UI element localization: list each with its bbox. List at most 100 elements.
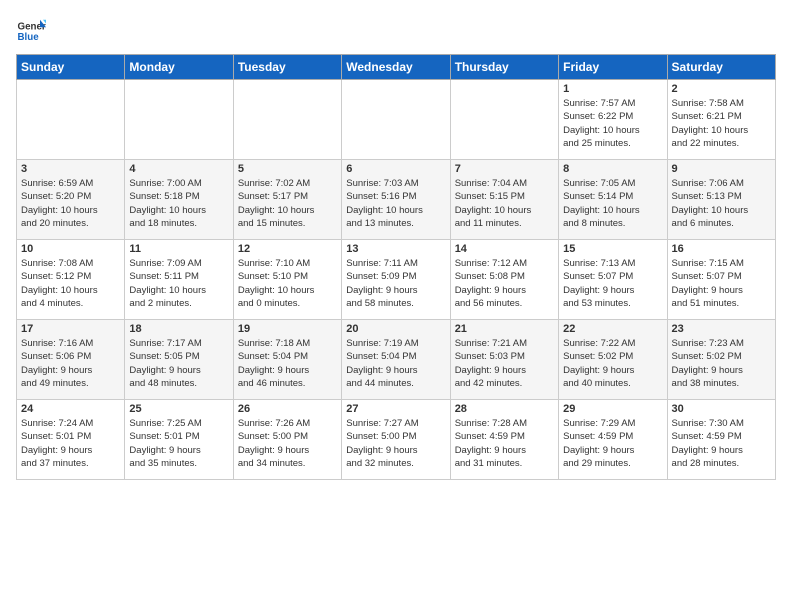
- day-number: 21: [455, 323, 554, 335]
- calendar-cell: 30 Sunrise: 7:30 AM Sunset: 4:59 PM Dayli…: [667, 400, 775, 480]
- day-number: 25: [129, 403, 228, 415]
- day-info: Sunrise: 7:09 AM Sunset: 5:11 PM Dayligh…: [129, 257, 228, 310]
- day-info: Sunrise: 7:21 AM Sunset: 5:03 PM Dayligh…: [455, 337, 554, 390]
- day-info: Sunrise: 7:26 AM Sunset: 5:00 PM Dayligh…: [238, 417, 337, 470]
- calendar-cell: 25 Sunrise: 7:25 AM Sunset: 5:01 PM Dayli…: [125, 400, 233, 480]
- calendar-header-tuesday: Tuesday: [233, 55, 341, 80]
- calendar-cell: [342, 80, 450, 160]
- day-info: Sunrise: 7:05 AM Sunset: 5:14 PM Dayligh…: [563, 177, 662, 230]
- day-number: 26: [238, 403, 337, 415]
- logo: General Blue: [16, 16, 46, 46]
- day-number: 18: [129, 323, 228, 335]
- calendar-cell: 26 Sunrise: 7:26 AM Sunset: 5:00 PM Dayli…: [233, 400, 341, 480]
- calendar-week-row: 3Sunrise: 6:59 AM Sunset: 5:20 PM Daylig…: [17, 160, 776, 240]
- calendar-cell: 24 Sunrise: 7:24 AM Sunset: 5:01 PM Dayli…: [17, 400, 125, 480]
- calendar-header-thursday: Thursday: [450, 55, 558, 80]
- day-number: 10: [21, 243, 120, 255]
- day-number: 7: [455, 163, 554, 175]
- day-number: 11: [129, 243, 228, 255]
- day-number: 15: [563, 243, 662, 255]
- calendar-cell: 19 Sunrise: 7:18 AM Sunset: 5:04 PM Dayli…: [233, 320, 341, 400]
- day-info: Sunrise: 7:11 AM Sunset: 5:09 PM Dayligh…: [346, 257, 445, 310]
- calendar-cell: 3Sunrise: 6:59 AM Sunset: 5:20 PM Daylig…: [17, 160, 125, 240]
- day-number: 20: [346, 323, 445, 335]
- day-number: 19: [238, 323, 337, 335]
- day-number: 17: [21, 323, 120, 335]
- day-number: 24: [21, 403, 120, 415]
- day-number: 12: [238, 243, 337, 255]
- calendar-cell: [450, 80, 558, 160]
- calendar-cell: 20Sunrise: 7:19 AM Sunset: 5:04 PM Dayli…: [342, 320, 450, 400]
- day-info: Sunrise: 7:25 AM Sunset: 5:01 PM Dayligh…: [129, 417, 228, 470]
- day-info: Sunrise: 7:24 AM Sunset: 5:01 PM Dayligh…: [21, 417, 120, 470]
- calendar-cell: 8 Sunrise: 7:05 AM Sunset: 5:14 PM Daylig…: [559, 160, 667, 240]
- calendar-cell: 11 Sunrise: 7:09 AM Sunset: 5:11 PM Dayli…: [125, 240, 233, 320]
- day-info: Sunrise: 7:12 AM Sunset: 5:08 PM Dayligh…: [455, 257, 554, 310]
- day-info: Sunrise: 7:18 AM Sunset: 5:04 PM Dayligh…: [238, 337, 337, 390]
- day-number: 8: [563, 163, 662, 175]
- day-number: 23: [672, 323, 771, 335]
- day-info: Sunrise: 7:23 AM Sunset: 5:02 PM Dayligh…: [672, 337, 771, 390]
- calendar-cell: [17, 80, 125, 160]
- calendar-week-row: 17Sunrise: 7:16 AM Sunset: 5:06 PM Dayli…: [17, 320, 776, 400]
- calendar-week-row: 24 Sunrise: 7:24 AM Sunset: 5:01 PM Dayli…: [17, 400, 776, 480]
- day-number: 13: [346, 243, 445, 255]
- day-info: Sunrise: 7:10 AM Sunset: 5:10 PM Dayligh…: [238, 257, 337, 310]
- day-number: 6: [346, 163, 445, 175]
- calendar-cell: 22Sunrise: 7:22 AM Sunset: 5:02 PM Dayli…: [559, 320, 667, 400]
- day-number: 2: [672, 83, 771, 95]
- calendar-cell: 18 Sunrise: 7:17 AM Sunset: 5:05 PM Dayli…: [125, 320, 233, 400]
- day-number: 16: [672, 243, 771, 255]
- day-info: Sunrise: 7:08 AM Sunset: 5:12 PM Dayligh…: [21, 257, 120, 310]
- day-info: Sunrise: 7:02 AM Sunset: 5:17 PM Dayligh…: [238, 177, 337, 230]
- calendar-cell: 28 Sunrise: 7:28 AM Sunset: 4:59 PM Dayli…: [450, 400, 558, 480]
- day-info: Sunrise: 7:30 AM Sunset: 4:59 PM Dayligh…: [672, 417, 771, 470]
- svg-text:Blue: Blue: [18, 32, 40, 43]
- calendar-week-row: 10 Sunrise: 7:08 AM Sunset: 5:12 PM Dayli…: [17, 240, 776, 320]
- day-info: Sunrise: 7:06 AM Sunset: 5:13 PM Dayligh…: [672, 177, 771, 230]
- day-info: Sunrise: 7:17 AM Sunset: 5:05 PM Dayligh…: [129, 337, 228, 390]
- calendar-cell: 1Sunrise: 7:57 AM Sunset: 6:22 PM Daylig…: [559, 80, 667, 160]
- calendar-cell: 29 Sunrise: 7:29 AM Sunset: 4:59 PM Dayli…: [559, 400, 667, 480]
- day-number: 9: [672, 163, 771, 175]
- calendar-header-sunday: Sunday: [17, 55, 125, 80]
- day-info: Sunrise: 6:59 AM Sunset: 5:20 PM Dayligh…: [21, 177, 120, 230]
- calendar-cell: 17Sunrise: 7:16 AM Sunset: 5:06 PM Dayli…: [17, 320, 125, 400]
- calendar-cell: 6 Sunrise: 7:03 AM Sunset: 5:16 PM Daylig…: [342, 160, 450, 240]
- calendar-cell: [125, 80, 233, 160]
- day-info: Sunrise: 7:58 AM Sunset: 6:21 PM Dayligh…: [672, 97, 771, 150]
- day-number: 4: [129, 163, 228, 175]
- day-number: 30: [672, 403, 771, 415]
- calendar-cell: 7 Sunrise: 7:04 AM Sunset: 5:15 PM Daylig…: [450, 160, 558, 240]
- calendar-cell: 10 Sunrise: 7:08 AM Sunset: 5:12 PM Dayli…: [17, 240, 125, 320]
- day-info: Sunrise: 7:04 AM Sunset: 5:15 PM Dayligh…: [455, 177, 554, 230]
- day-number: 14: [455, 243, 554, 255]
- day-number: 28: [455, 403, 554, 415]
- day-number: 5: [238, 163, 337, 175]
- day-number: 29: [563, 403, 662, 415]
- calendar-cell: 12 Sunrise: 7:10 AM Sunset: 5:10 PM Dayli…: [233, 240, 341, 320]
- calendar-cell: 15Sunrise: 7:13 AM Sunset: 5:07 PM Dayli…: [559, 240, 667, 320]
- calendar-header-saturday: Saturday: [667, 55, 775, 80]
- calendar-header-friday: Friday: [559, 55, 667, 80]
- calendar-cell: 14 Sunrise: 7:12 AM Sunset: 5:08 PM Dayli…: [450, 240, 558, 320]
- calendar-cell: 23 Sunrise: 7:23 AM Sunset: 5:02 PM Dayli…: [667, 320, 775, 400]
- calendar-cell: 2 Sunrise: 7:58 AM Sunset: 6:21 PM Daylig…: [667, 80, 775, 160]
- calendar-cell: 5 Sunrise: 7:02 AM Sunset: 5:17 PM Daylig…: [233, 160, 341, 240]
- day-info: Sunrise: 7:27 AM Sunset: 5:00 PM Dayligh…: [346, 417, 445, 470]
- day-number: 1: [563, 83, 662, 95]
- day-info: Sunrise: 7:03 AM Sunset: 5:16 PM Dayligh…: [346, 177, 445, 230]
- day-info: Sunrise: 7:28 AM Sunset: 4:59 PM Dayligh…: [455, 417, 554, 470]
- day-number: 27: [346, 403, 445, 415]
- calendar-cell: 9 Sunrise: 7:06 AM Sunset: 5:13 PM Daylig…: [667, 160, 775, 240]
- calendar-cell: 13 Sunrise: 7:11 AM Sunset: 5:09 PM Dayli…: [342, 240, 450, 320]
- day-info: Sunrise: 7:15 AM Sunset: 5:07 PM Dayligh…: [672, 257, 771, 310]
- day-info: Sunrise: 7:29 AM Sunset: 4:59 PM Dayligh…: [563, 417, 662, 470]
- logo-icon: General Blue: [16, 16, 46, 46]
- page-header: General Blue: [16, 16, 776, 46]
- calendar-cell: 4 Sunrise: 7:00 AM Sunset: 5:18 PM Daylig…: [125, 160, 233, 240]
- day-info: Sunrise: 7:00 AM Sunset: 5:18 PM Dayligh…: [129, 177, 228, 230]
- calendar-week-row: 1Sunrise: 7:57 AM Sunset: 6:22 PM Daylig…: [17, 80, 776, 160]
- calendar-cell: 27 Sunrise: 7:27 AM Sunset: 5:00 PM Dayli…: [342, 400, 450, 480]
- day-info: Sunrise: 7:22 AM Sunset: 5:02 PM Dayligh…: [563, 337, 662, 390]
